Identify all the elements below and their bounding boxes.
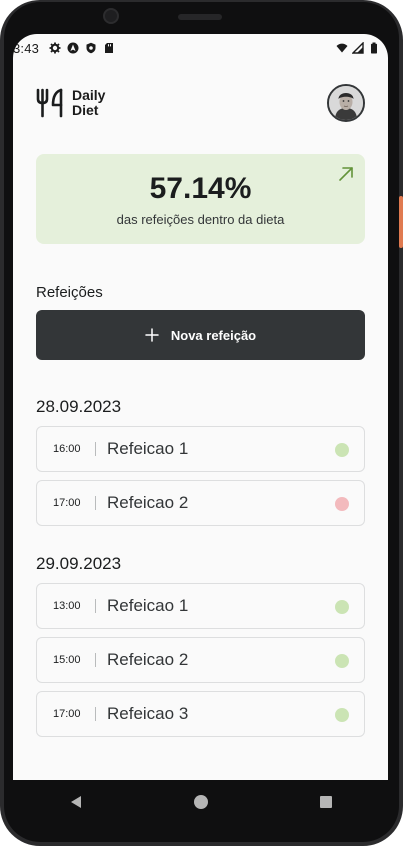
meal-divider (95, 653, 96, 667)
meal-time: 17:00 (53, 497, 81, 509)
front-camera (103, 8, 119, 24)
meal-item[interactable]: 17:00 Refeicao 3 (36, 691, 365, 737)
android-auto-icon (67, 42, 79, 54)
status-notification-icons (49, 42, 115, 54)
sd-card-icon (105, 43, 114, 53)
side-button (399, 196, 403, 248)
diet-stats-card[interactable]: 57.14% das refeições dentro da dieta (36, 154, 365, 244)
avatar-photo (329, 86, 363, 120)
in-diet-status-dot (335, 654, 349, 668)
meal-time: 17:00 (53, 708, 81, 720)
in-diet-status-dot (335, 708, 349, 722)
meal-item[interactable]: 16:00 Refeicao 1 (36, 426, 365, 472)
meal-divider (95, 599, 96, 613)
cell-signal-icon (352, 42, 364, 54)
logo-text-line2: Diet (72, 102, 99, 118)
arrow-up-right-icon[interactable] (338, 166, 354, 182)
fork-knife-icon (36, 88, 63, 118)
meal-divider (95, 496, 96, 510)
meal-item[interactable]: 17:00 Refeicao 2 (36, 480, 365, 526)
shield-icon (86, 42, 96, 54)
status-bar: 3:43 (13, 34, 388, 62)
in-diet-status-dot (335, 443, 349, 457)
meal-time: 13:00 (53, 600, 81, 612)
user-avatar[interactable] (327, 84, 365, 122)
new-meal-button[interactable]: Nova refeição (36, 310, 365, 360)
android-nav-bar (13, 780, 388, 824)
meal-divider (95, 442, 96, 456)
logo-text-line1: Daily (72, 87, 106, 103)
plus-icon (145, 328, 159, 342)
app-logo: Daily Diet (36, 87, 105, 119)
diet-percentage-caption: das refeições dentro da dieta (116, 212, 285, 227)
earpiece-speaker (178, 14, 222, 20)
meal-name: Refeicao 1 (107, 439, 189, 458)
settings-icon (49, 42, 61, 54)
home-circle-icon (193, 795, 208, 809)
meal-name: Refeicao 2 (107, 493, 189, 512)
meal-name: Refeicao 2 (107, 650, 189, 669)
meal-divider (95, 707, 96, 721)
meal-time: 16:00 (53, 443, 81, 455)
status-system-icons (336, 42, 380, 54)
meal-item[interactable]: 13:00 Refeicao 1 (36, 583, 365, 629)
app-screen: 3:43 Daily Diet 57.14% das refeições den… (13, 34, 388, 780)
app-header: Daily Diet (36, 84, 366, 124)
nav-back-button[interactable] (56, 782, 96, 822)
meal-item[interactable]: 15:00 Refeicao 2 (36, 637, 365, 683)
logo-text: Daily Diet (72, 88, 105, 118)
battery-icon (371, 42, 377, 54)
diet-percentage: 57.14% (149, 172, 252, 205)
in-diet-status-dot (335, 600, 349, 614)
nav-home-button[interactable] (181, 782, 221, 822)
day-title: 28.09.2023 (36, 397, 122, 416)
wifi-icon (336, 43, 348, 53)
off-diet-status-dot (335, 497, 349, 511)
meal-time: 15:00 (53, 654, 81, 666)
day-title: 29.09.2023 (36, 554, 122, 573)
meals-section-label: Refeições (36, 284, 103, 301)
meal-name: Refeicao 1 (107, 596, 189, 615)
new-meal-button-label: Nova refeição (170, 327, 257, 343)
status-time: 3:43 (13, 40, 40, 56)
meal-name: Refeicao 3 (107, 704, 189, 723)
back-triangle-icon (70, 796, 81, 808)
recents-square-icon (319, 796, 332, 808)
nav-recents-button[interactable] (306, 782, 346, 822)
